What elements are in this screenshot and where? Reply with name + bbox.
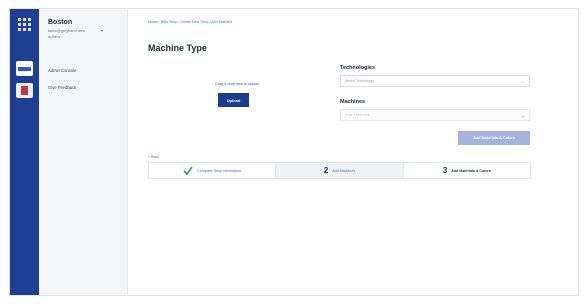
technologies-label: Technologies <box>340 65 376 71</box>
upload-button[interactable]: Upload <box>218 93 249 107</box>
app-window: Boston taiwo@greyband.com ▾ Adhere Admin… <box>9 8 579 296</box>
org-name: Adhere <box>48 35 61 39</box>
sidebar: Boston taiwo@greyband.com ▾ Adhere Admin… <box>39 9 128 295</box>
technologies-select[interactable]: Select Technology ⌄ <box>340 75 530 87</box>
add-materials-colors-button[interactable]: Add Materials & Colors <box>458 131 530 145</box>
step-complete-shop-information[interactable]: Complete Shop Information <box>149 163 277 178</box>
apps-grid-icon[interactable] <box>18 18 31 31</box>
machines-select[interactable]: Select Machine ⌄ <box>340 109 530 121</box>
chevron-down-icon: ⌄ <box>521 78 525 84</box>
machines-placeholder: Select Machine <box>345 113 370 117</box>
step-number: 3 <box>442 166 448 175</box>
chevron-down-icon: ⌄ <box>521 112 525 118</box>
progress-stepper: Complete Shop Information 2 Add Machines… <box>148 162 531 179</box>
step-add-machines[interactable]: 2 Add Machines <box>276 163 404 178</box>
main-content: Home / Bill's Shop / Create New Shop / A… <box>128 9 578 295</box>
back-link[interactable]: < Back <box>148 155 159 159</box>
technologies-placeholder: Select Technology <box>345 79 375 83</box>
page-title: Machine Type <box>148 43 207 53</box>
app-rail <box>10 9 39 295</box>
step-label: Complete Shop Information <box>197 168 242 173</box>
location-name: Boston <box>48 19 73 26</box>
step-number: 2 <box>323 166 329 175</box>
chevron-down-icon[interactable]: ▾ <box>101 28 103 33</box>
window-icon[interactable] <box>16 61 33 76</box>
step-label: Add Materials & Colors <box>451 168 491 173</box>
shop-icon[interactable] <box>16 83 33 98</box>
step-add-materials-colors[interactable]: 3 Add Materials & Colors <box>404 163 530 178</box>
check-icon <box>183 166 194 175</box>
sidebar-item-admin-console[interactable]: Admin Console <box>48 68 76 73</box>
user-email[interactable]: taiwo@greyband.com <box>48 29 85 33</box>
breadcrumb[interactable]: Home / Bill's Shop / Create New Shop / A… <box>148 20 232 24</box>
step-label: Add Machines <box>332 168 356 173</box>
machines-label: Machines <box>340 99 366 105</box>
drop-zone-hint: Drag & drop here to upload <box>215 82 259 86</box>
sidebar-item-give-feedback[interactable]: Give Feedback <box>48 85 76 90</box>
